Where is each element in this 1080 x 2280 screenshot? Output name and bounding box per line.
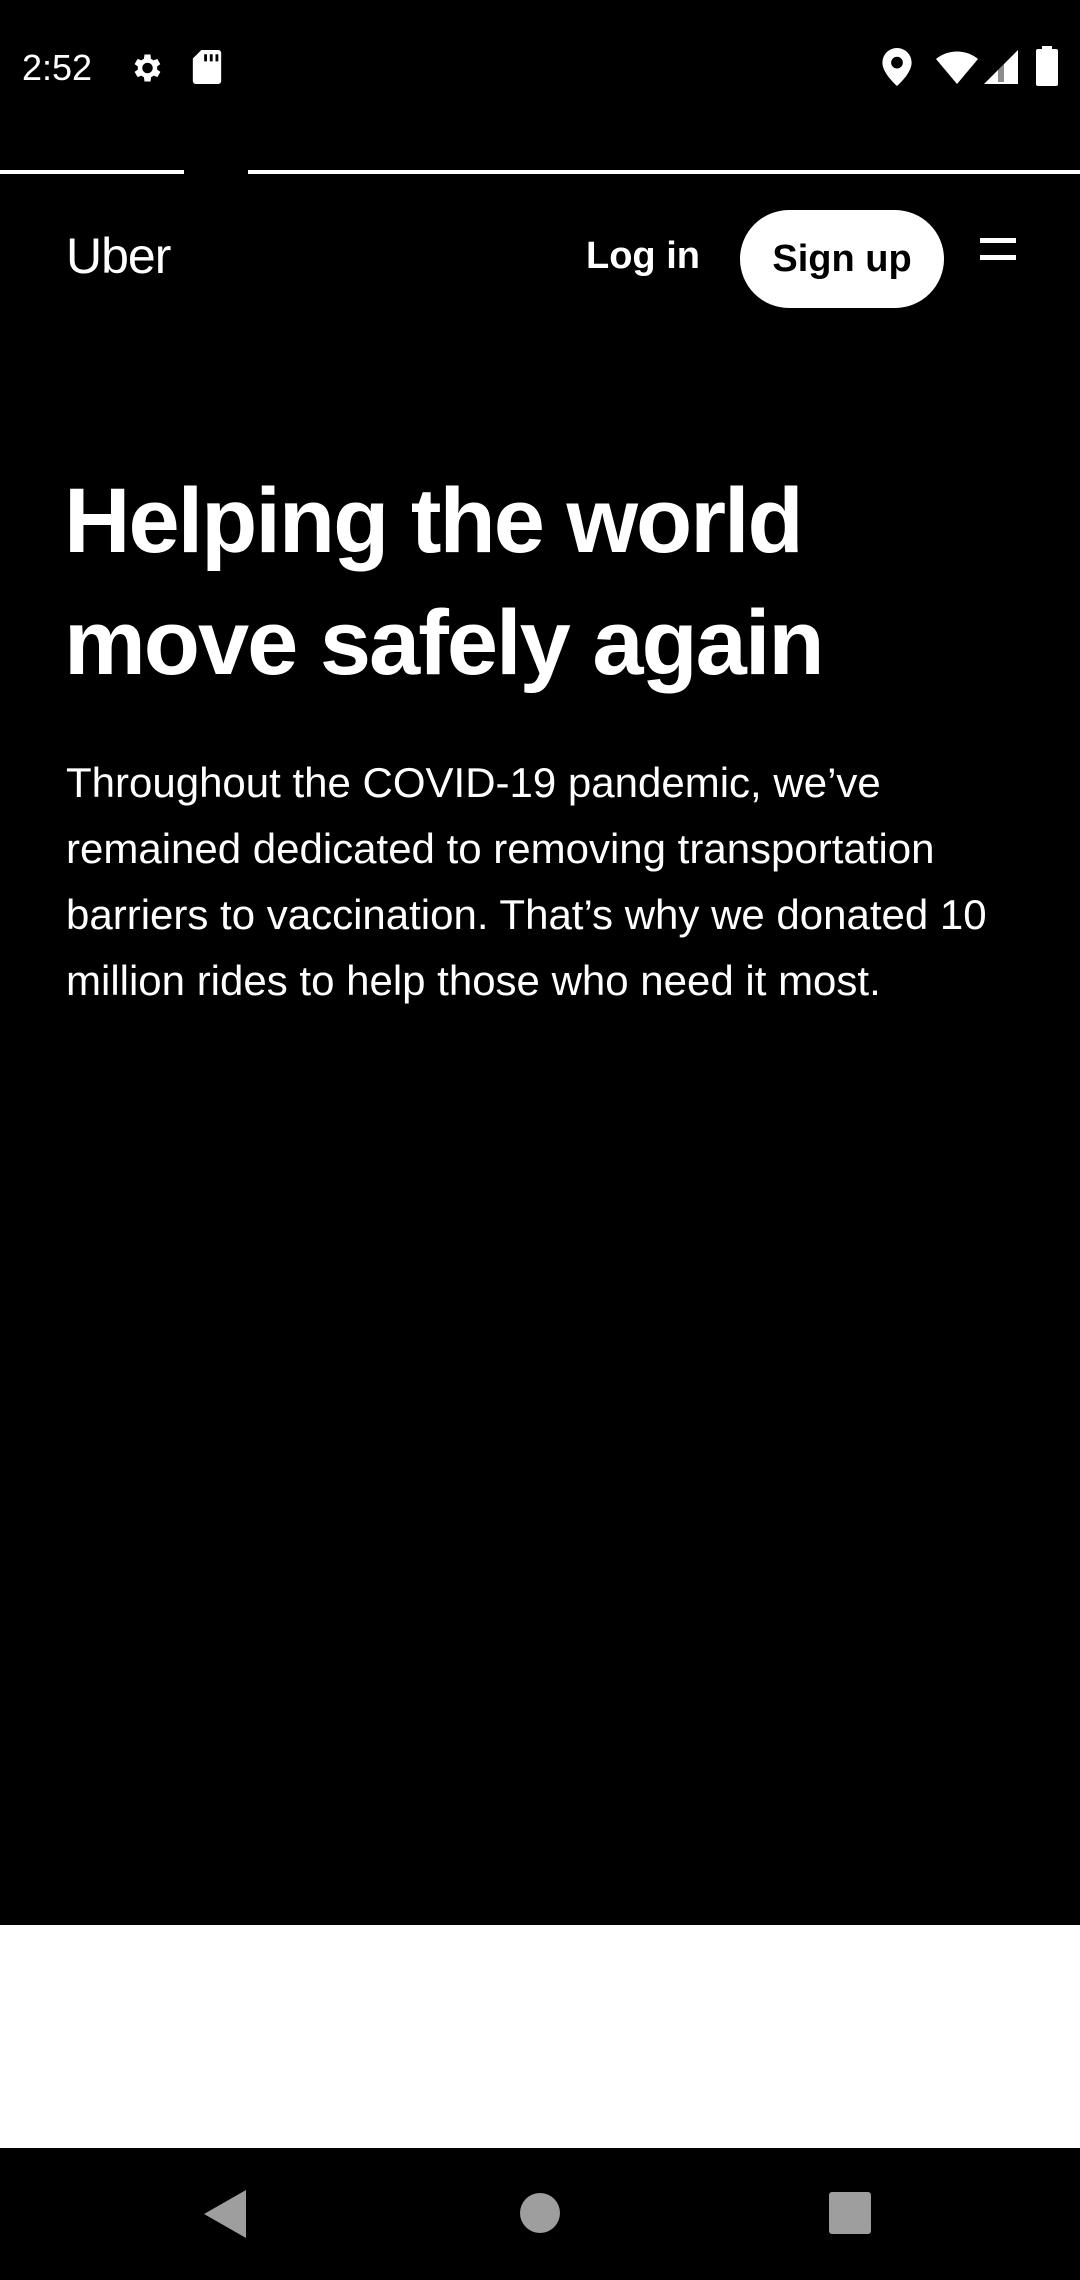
battery-icon — [1036, 46, 1058, 91]
system-navigation-bar — [0, 2148, 1080, 2280]
back-icon[interactable] — [204, 2190, 246, 2243]
signup-button[interactable]: Sign up — [740, 210, 944, 308]
hero-headline: Helping the world move safely again — [64, 470, 825, 694]
hero-body: Throughout the COVID-19 pandemic, we’ve … — [66, 759, 987, 1004]
wifi-icon — [936, 50, 978, 89]
site-header: Uber Log in Sign up — [0, 174, 1080, 344]
sd-card-icon — [192, 50, 222, 89]
status-time: 2:52 — [22, 47, 93, 88]
gear-icon — [128, 50, 164, 91]
home-icon[interactable] — [519, 2192, 561, 2239]
login-link[interactable]: Log in — [586, 230, 700, 282]
uber-logo[interactable]: Uber — [66, 226, 171, 286]
content-section — [0, 1925, 1080, 2148]
hamburger-menu-icon[interactable] — [980, 236, 1030, 280]
location-icon — [882, 48, 912, 91]
status-bar: 2:52 — [0, 0, 1080, 140]
signal-icon — [984, 50, 1018, 89]
recents-icon[interactable] — [829, 2192, 871, 2239]
